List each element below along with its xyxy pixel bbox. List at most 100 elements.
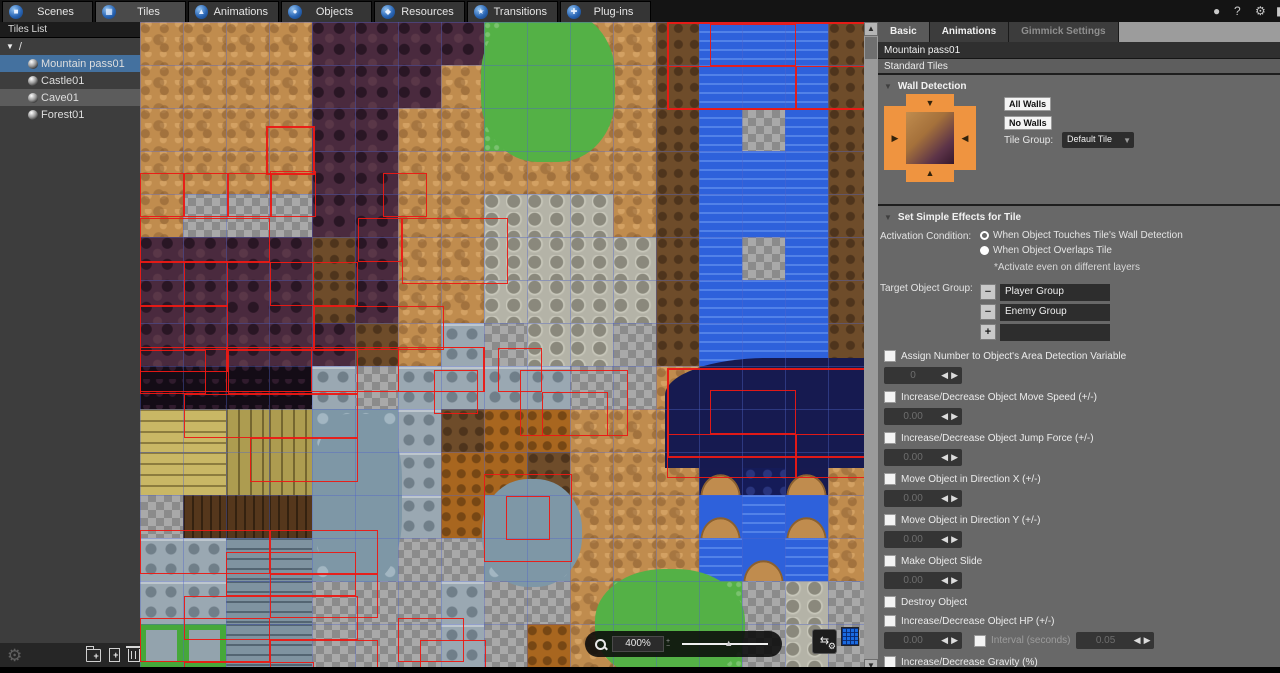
tile[interactable]: [398, 108, 441, 151]
tile[interactable]: [742, 495, 785, 538]
tile[interactable]: [140, 409, 183, 452]
tile[interactable]: [613, 22, 656, 65]
decrement-arrow[interactable]: ◀: [1134, 635, 1141, 646]
group-field[interactable]: Enemy Group: [1000, 304, 1110, 321]
tileset-settings-icon[interactable]: ⇆: [812, 629, 837, 654]
tile[interactable]: [785, 151, 828, 194]
value-stepper[interactable]: 0.00◀▶: [884, 632, 962, 649]
tile[interactable]: [699, 237, 742, 280]
tile[interactable]: [527, 194, 570, 237]
tile[interactable]: [613, 151, 656, 194]
tile[interactable]: [570, 194, 613, 237]
tree-root[interactable]: ▼ /: [0, 38, 140, 55]
tiles-list-item-cave01[interactable]: Cave01: [0, 89, 140, 106]
effect-checkbox[interactable]: [884, 555, 896, 567]
collapse-icon[interactable]: ▼: [884, 82, 892, 91]
tile[interactable]: [527, 237, 570, 280]
grid-toggle-icon[interactable]: [841, 627, 859, 646]
tile[interactable]: [828, 237, 864, 280]
increment-arrow[interactable]: ▶: [951, 452, 958, 463]
tiles-list-item-mountainpass01[interactable]: Mountain pass01: [0, 55, 140, 72]
increment-arrow[interactable]: ▶: [951, 370, 958, 381]
tile[interactable]: [398, 22, 441, 65]
wall-detection-header[interactable]: ▼ Wall Detection: [878, 75, 1280, 94]
no-walls-button[interactable]: No Walls: [1004, 116, 1052, 130]
tile[interactable]: [785, 108, 828, 151]
tile[interactable]: [269, 22, 312, 65]
radio-icon[interactable]: [980, 231, 989, 240]
delete-tile-icon[interactable]: [128, 649, 140, 662]
zoom-value[interactable]: 400%: [612, 636, 664, 652]
tile[interactable]: [785, 237, 828, 280]
tile[interactable]: [183, 452, 226, 495]
tile[interactable]: [785, 581, 828, 624]
panel-tab-animations[interactable]: Animations: [930, 22, 1009, 42]
tile[interactable]: [398, 452, 441, 495]
tile[interactable]: [312, 151, 355, 194]
tile[interactable]: [699, 194, 742, 237]
tile[interactable]: [269, 65, 312, 108]
tiles-list-item-castle01[interactable]: Castle01: [0, 72, 140, 89]
decrement-arrow[interactable]: ◀: [941, 493, 948, 504]
tile[interactable]: [398, 495, 441, 538]
tile[interactable]: [785, 194, 828, 237]
zoom-slider[interactable]: ▲: [682, 643, 768, 645]
tile[interactable]: [828, 280, 864, 323]
tab-plugins[interactable]: ✚Plug-ins: [560, 1, 651, 22]
increment-arrow[interactable]: ▶: [951, 493, 958, 504]
status-icon[interactable]: ●: [1213, 3, 1220, 19]
tile[interactable]: [613, 194, 656, 237]
tile[interactable]: [656, 323, 699, 366]
collapse-icon[interactable]: ▼: [6, 42, 14, 51]
tile[interactable]: [742, 538, 785, 581]
decrement-arrow[interactable]: ◀: [941, 575, 948, 586]
wall-bottom-toggle[interactable]: ▲: [906, 164, 954, 182]
tile[interactable]: [226, 22, 269, 65]
tile[interactable]: [570, 237, 613, 280]
panel-icon[interactable]: ▮: [1276, 3, 1280, 19]
tile[interactable]: [785, 495, 828, 538]
effect-checkbox[interactable]: [884, 350, 896, 362]
tile[interactable]: [613, 65, 656, 108]
value-stepper[interactable]: 0.00◀▶: [884, 449, 962, 466]
tile[interactable]: [699, 108, 742, 151]
collapse-icon[interactable]: ▼: [884, 213, 892, 222]
decrement-arrow[interactable]: ◀: [941, 635, 948, 646]
tile[interactable]: [441, 495, 484, 538]
tile[interactable]: [441, 22, 484, 65]
tile[interactable]: [699, 151, 742, 194]
tile[interactable]: [441, 151, 484, 194]
tile[interactable]: [570, 280, 613, 323]
tile[interactable]: [613, 108, 656, 151]
value-stepper[interactable]: 0.00◀▶: [884, 572, 962, 589]
remove-group-button[interactable]: −: [980, 284, 996, 300]
tab-scenes[interactable]: ■Scenes: [2, 1, 93, 22]
interval-checkbox[interactable]: [974, 635, 986, 647]
scrollbar-thumb[interactable]: [865, 37, 877, 59]
tile[interactable]: [613, 280, 656, 323]
wall-right-toggle[interactable]: ◀: [954, 106, 976, 170]
increment-arrow[interactable]: ▶: [951, 635, 958, 646]
effect-checkbox[interactable]: [884, 596, 896, 608]
tile[interactable]: [312, 108, 355, 151]
effect-checkbox[interactable]: [884, 615, 896, 627]
tile[interactable]: [828, 151, 864, 194]
add-group-button[interactable]: +: [980, 324, 996, 340]
tile[interactable]: [140, 65, 183, 108]
tile[interactable]: [785, 538, 828, 581]
decrement-arrow[interactable]: ◀: [941, 534, 948, 545]
all-walls-button[interactable]: All Walls: [1004, 97, 1051, 111]
tile[interactable]: [570, 452, 613, 495]
tab-objects[interactable]: ●Objects: [281, 1, 372, 22]
tile[interactable]: [613, 237, 656, 280]
tiles-list-item-forest01[interactable]: Forest01: [0, 106, 140, 123]
tile[interactable]: [441, 452, 484, 495]
group-field[interactable]: Player Group: [1000, 284, 1110, 301]
increment-arrow[interactable]: ▶: [951, 411, 958, 422]
wall-left-toggle[interactable]: ▶: [884, 106, 906, 170]
value-stepper[interactable]: 0◀▶: [884, 367, 962, 384]
tile[interactable]: [140, 108, 183, 151]
duplicate-tile-icon[interactable]: +: [109, 648, 121, 662]
tile[interactable]: [828, 538, 864, 581]
tile[interactable]: [570, 323, 613, 366]
